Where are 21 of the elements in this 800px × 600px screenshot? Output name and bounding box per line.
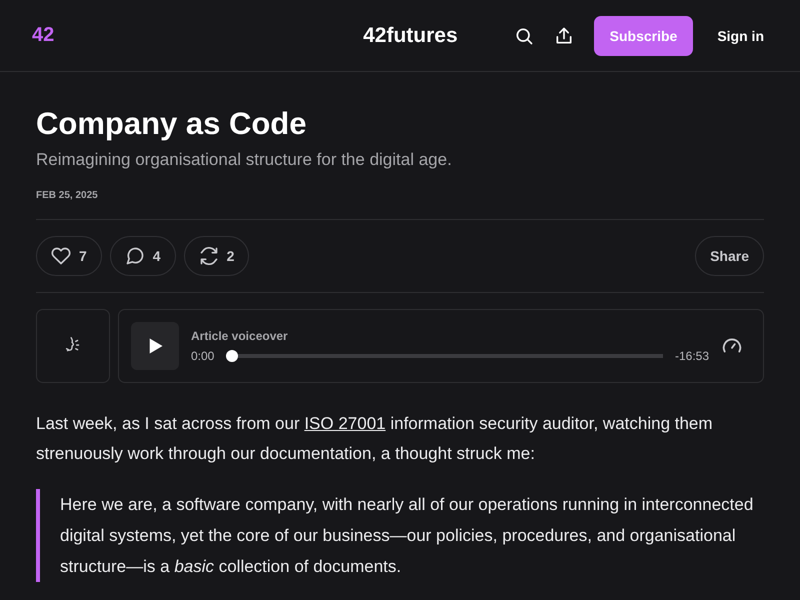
publish-date: FEB 25, 2025 [36, 190, 99, 201]
site-logo[interactable]: 42 [32, 24, 332, 47]
comment-icon [124, 246, 145, 266]
progress-thumb[interactable] [226, 350, 238, 362]
elapsed-time: 0:00 [191, 349, 214, 363]
body-paragraph: Last week, as I sat across from our ISO 27001 information security auditor, watching them strenuously work through our documentation, a thought struck me: [36, 413, 714, 465]
like-button[interactable]: 7 [36, 236, 102, 276]
comment-button[interactable]: 4 [110, 236, 176, 276]
heart-icon [51, 246, 71, 266]
play-button[interactable] [131, 322, 179, 370]
standard-link[interactable]: ISO 27001 [304, 414, 386, 433]
site-name[interactable]: 42futures [332, 24, 510, 48]
sign-in-link[interactable]: Sign in [717, 28, 764, 44]
block-quote: Here we are, a software company, with nearly all of our operations running in interconnected digital systems, yet the core of our business—our policies, procedures, and organisational structure—is a basic collection of documents. [36, 489, 764, 582]
restack-button[interactable]: 2 [184, 236, 250, 276]
remaining-time: -16:53 [674, 349, 709, 363]
share-button[interactable]: Share [695, 236, 764, 276]
article-title: Company as Code [36, 106, 308, 142]
refresh-icon [198, 246, 219, 266]
player-title: Article voiceover [191, 329, 289, 343]
article-subtitle: Reimagining organisational structure for the digital age. [36, 150, 453, 170]
